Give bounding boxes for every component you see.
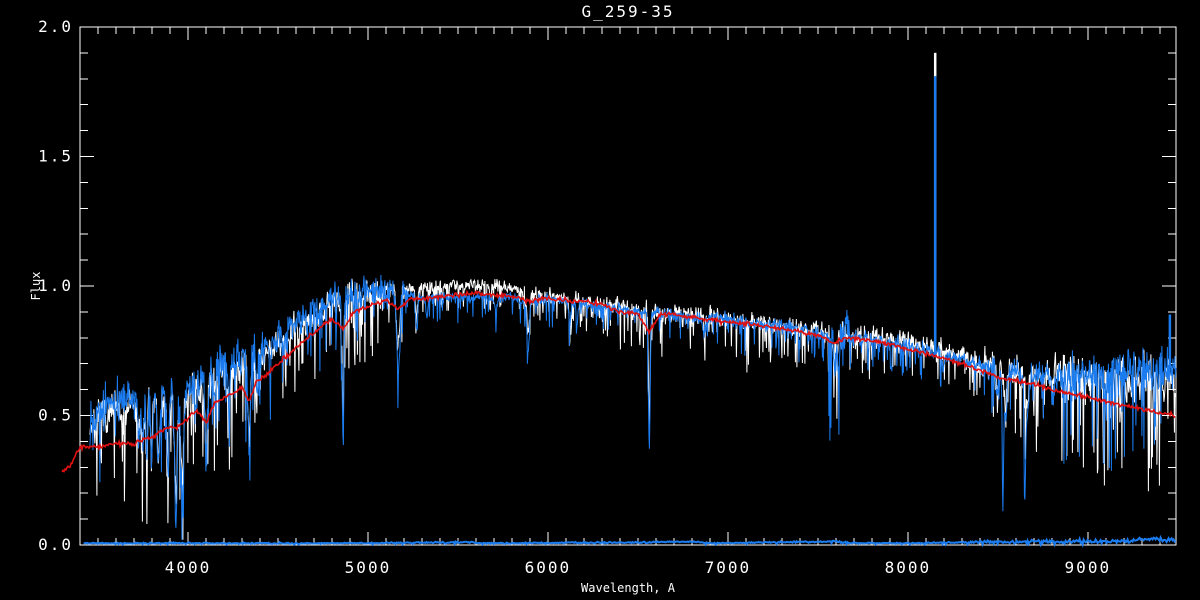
x-tick-label: 5000 xyxy=(345,558,392,577)
spectrum-plot-canvas: 4000 5000 6000 7000 8000 90000.00.51.01.52.0 … xyxy=(0,0,1200,600)
plot-title: G_259-35 xyxy=(581,2,674,21)
y-tick-label: 0.0 xyxy=(38,535,73,554)
x-tick-label: 9000 xyxy=(1065,558,1112,577)
y-tick-label: 1.0 xyxy=(38,276,73,295)
x-tick-label: 4000 xyxy=(165,558,212,577)
y-tick-label: 2.0 xyxy=(38,17,73,36)
y-tick-label: 0.5 xyxy=(38,406,73,425)
x-tick-label: 8000 xyxy=(885,558,932,577)
x-axis-label: Wavelength, A xyxy=(581,581,676,595)
x-tick-label: 7000 xyxy=(705,558,752,577)
y-axis-label: Flux xyxy=(29,272,43,301)
spectrum-figure: 4000 5000 6000 7000 8000 9000 0.0 0.5 1.0 1.5 2.0 … xyxy=(0,0,1200,600)
x-tick-label: 6000 xyxy=(525,558,572,577)
y-tick-label: 1.5 xyxy=(38,147,73,166)
